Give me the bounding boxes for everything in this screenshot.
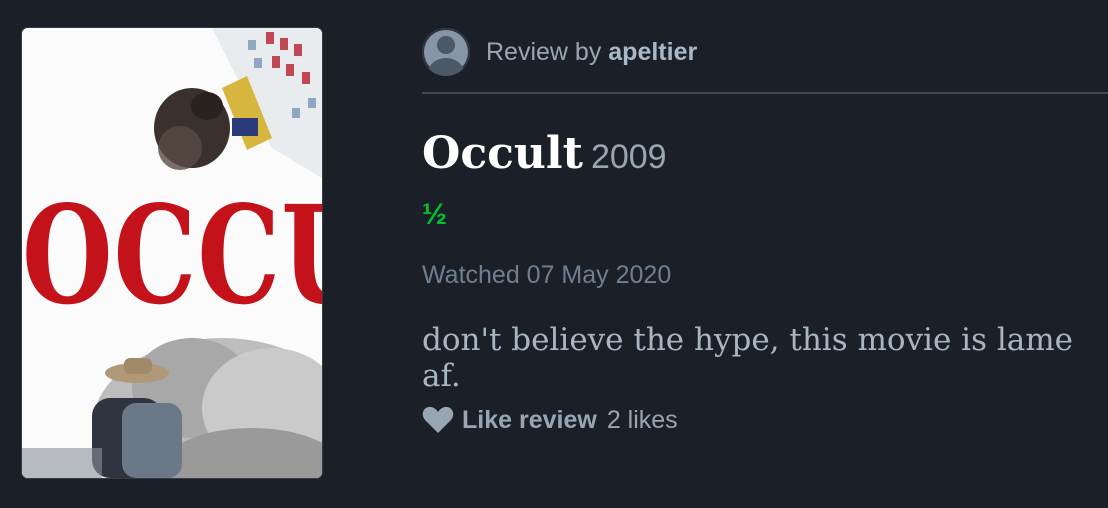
review-byline: Review by apeltier [486, 38, 697, 67]
rating: ½ [422, 198, 448, 231]
review-body: don't believe the hype, this movie is la… [422, 322, 1073, 394]
watched-date: Watched 07 May 2020 [422, 261, 672, 289]
review-author-link[interactable]: apeltier [608, 38, 697, 66]
avatar[interactable] [422, 28, 470, 76]
like-review-button[interactable]: Like review [462, 406, 597, 435]
film-year[interactable]: 2009 [591, 138, 667, 176]
review-by-label: Review by [486, 38, 602, 66]
review-actions: Like review 2 likes [422, 404, 678, 436]
likes-count[interactable]: 2 likes [607, 406, 678, 435]
film-poster[interactable]: OCCULT [22, 28, 322, 478]
heart-icon[interactable] [422, 406, 454, 434]
poster-title-text: OCCULT [22, 175, 322, 335]
review-header: Review by apeltier [422, 28, 1108, 94]
film-title-row: Occult 2009 [422, 128, 667, 179]
film-title[interactable]: Occult [422, 128, 583, 179]
